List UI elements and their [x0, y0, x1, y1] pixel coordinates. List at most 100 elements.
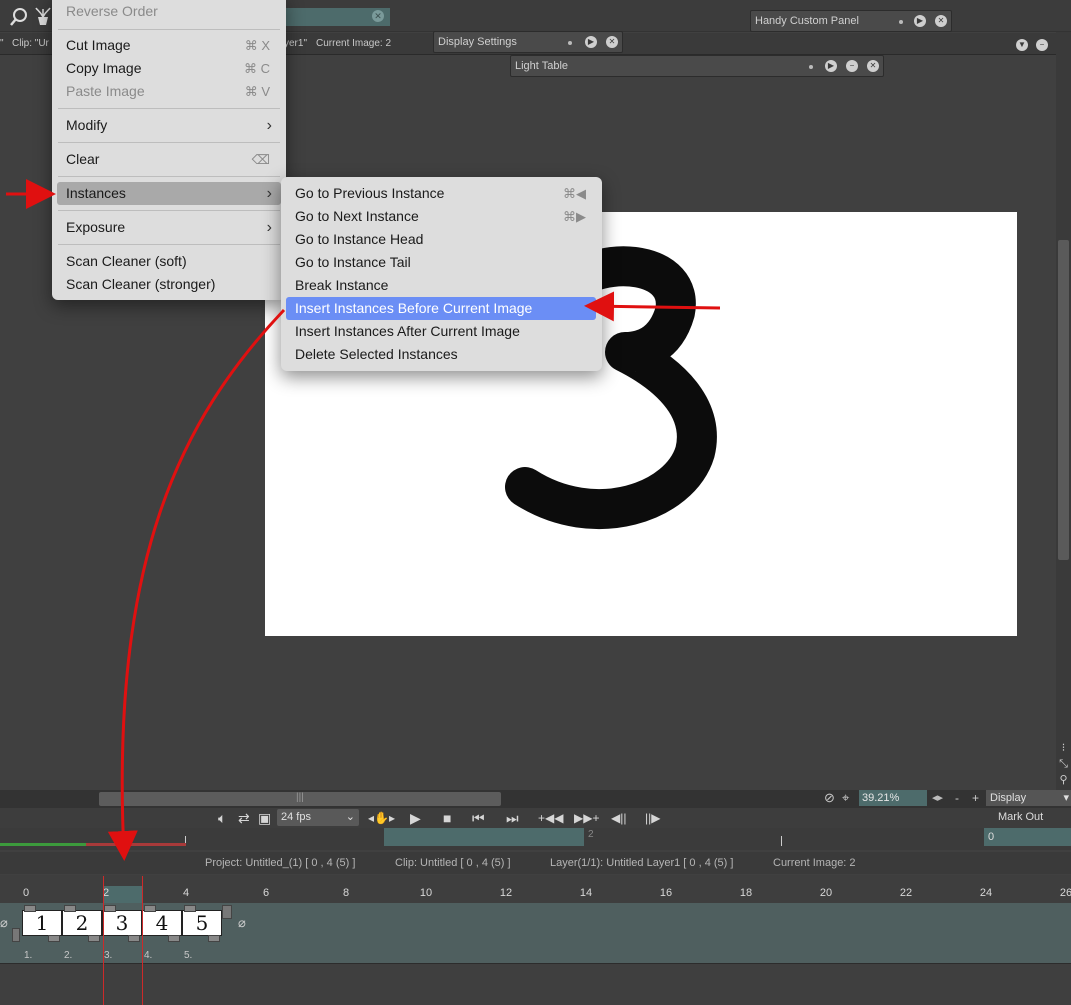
- zoom-in-icon[interactable]: +: [972, 791, 979, 805]
- flip-icon[interactable]: ◂▸: [932, 791, 943, 804]
- cell-bottom-handle[interactable]: [128, 935, 140, 942]
- shortcut-label: ⌘ X: [244, 38, 270, 53]
- menu-separator: [58, 176, 280, 177]
- minimize-icon[interactable]: −: [1036, 39, 1048, 51]
- stop-icon[interactable]: ■: [443, 810, 451, 826]
- tab-close-icon[interactable]: ✕: [372, 10, 384, 22]
- search-icon[interactable]: [8, 6, 30, 28]
- collapse-icon[interactable]: ▼: [1016, 39, 1028, 51]
- fps-select[interactable]: 24 fps ⌄: [277, 809, 359, 826]
- chevron-right-icon: ›: [266, 185, 272, 202]
- go-end-icon[interactable]: ⏭: [506, 810, 519, 826]
- step-forward-icon[interactable]: ||▶: [645, 810, 660, 826]
- cell-index-label: 5.: [184, 950, 193, 961]
- hand-scrub-icon[interactable]: ◂✋▸: [368, 810, 395, 826]
- cell-bottom-handle[interactable]: [88, 935, 100, 942]
- context-menu: Reverse Order Cut Image ⌘ X Copy Image ⌘ C…: [52, 0, 286, 300]
- cell-bottom-handle[interactable]: [48, 935, 60, 942]
- shortcut-label: ⌘ V: [244, 84, 270, 99]
- mark-range[interactable]: 2: [384, 828, 594, 846]
- cell-top-handle[interactable]: [184, 905, 196, 912]
- crosshair-icon[interactable]: ⌖: [842, 790, 849, 806]
- next-key-icon[interactable]: ▶▶+: [574, 810, 599, 826]
- menu-item-prev-instance[interactable]: Go to Previous Instance ⌘◀: [281, 182, 602, 205]
- menu-item-scan-cleaner-soft[interactable]: Scan Cleaner (soft): [52, 250, 286, 273]
- plant-icon[interactable]: [34, 5, 52, 27]
- pin-icon[interactable]: ⚲: [1056, 772, 1071, 788]
- status-layer: yer1": [284, 38, 308, 49]
- zoom-reset-icon[interactable]: ⊘: [824, 790, 835, 806]
- frame-icon[interactable]: ▣: [258, 810, 271, 826]
- light-table-panel[interactable]: Light Table ▶ − ✕: [510, 55, 884, 77]
- menu-item-modify[interactable]: Modify ›: [52, 114, 286, 137]
- panel-play-icon[interactable]: ▶: [914, 15, 926, 27]
- menu-item-label: Go to Next Instance: [295, 208, 419, 224]
- mark-out-field[interactable]: 0: [984, 828, 1071, 846]
- volume-icon[interactable]: 🔈︎: [218, 810, 226, 826]
- ruler-tick-label: 26: [1059, 887, 1071, 899]
- panel-play-icon[interactable]: ▶: [585, 36, 597, 48]
- menu-item-next-instance[interactable]: Go to Next Instance ⌘▶: [281, 205, 602, 228]
- cell-bottom-handle[interactable]: [168, 935, 180, 942]
- step-back-icon[interactable]: ◀||: [611, 810, 626, 826]
- chevron-right-icon: ›: [266, 219, 272, 236]
- zoom-field[interactable]: 39.21%: [859, 790, 927, 806]
- cell-top-handle[interactable]: [104, 905, 116, 912]
- panel-play-icon[interactable]: ▶: [825, 60, 837, 72]
- track-end-handle[interactable]: [222, 905, 232, 919]
- panel-close-icon[interactable]: ✕: [867, 60, 879, 72]
- panel-dot-icon: [568, 41, 572, 45]
- timeline-cell[interactable]: 5: [182, 910, 222, 936]
- panel-minimize-icon[interactable]: −: [846, 60, 858, 72]
- display-settings-panel[interactable]: Display Settings ▶ ✕: [433, 31, 623, 53]
- ruler-tick-label: 20: [819, 887, 833, 899]
- menu-item-insert-after[interactable]: Insert Instances After Current Image: [281, 320, 602, 343]
- prev-key-icon[interactable]: +◀◀: [538, 810, 563, 826]
- panel-dot-icon: [899, 20, 903, 24]
- timeline-cell[interactable]: 2: [62, 910, 102, 936]
- canvas-side-icons[interactable]: ⁝ ⤡ ⚲: [1056, 740, 1071, 790]
- menu-item-instance-tail[interactable]: Go to Instance Tail: [281, 251, 602, 274]
- menu-item-instances[interactable]: Instances ›: [57, 182, 281, 205]
- display-select[interactable]: Display ▾: [986, 790, 1071, 806]
- cell-top-handle[interactable]: [64, 905, 76, 912]
- menu-separator: [58, 244, 280, 245]
- menu-item-break-instance[interactable]: Break Instance: [281, 274, 602, 297]
- menu-item-insert-before[interactable]: Insert Instances Before Current Image: [286, 297, 596, 320]
- right-scrollbar-thumb[interactable]: [1058, 240, 1069, 560]
- menu-item-paste-image[interactable]: Paste Image ⌘ V: [52, 80, 286, 103]
- panel-close-icon[interactable]: ✕: [606, 36, 618, 48]
- cell-top-handle[interactable]: [144, 905, 156, 912]
- resize-icon[interactable]: ⤡: [1056, 756, 1071, 772]
- track-start-handle[interactable]: [12, 928, 20, 942]
- playback-bar: [0, 808, 1071, 828]
- menu-item-label: Scan Cleaner (soft): [66, 253, 187, 269]
- menu-item-reverse-order[interactable]: Reverse Order: [52, 0, 286, 23]
- menu-item-clear[interactable]: Clear ⌫: [52, 148, 286, 171]
- cell-bottom-handle[interactable]: [208, 935, 220, 942]
- go-start-icon[interactable]: ⏮: [472, 810, 485, 826]
- panel-title: Light Table: [515, 60, 569, 72]
- menu-item-scan-cleaner-stronger[interactable]: Scan Cleaner (stronger): [52, 273, 286, 296]
- timeline-cell[interactable]: 1: [22, 910, 62, 936]
- zoom-out-icon[interactable]: -: [955, 791, 959, 805]
- menu-item-copy-image[interactable]: Copy Image ⌘ C: [52, 57, 286, 80]
- ruler-tick-label: 4: [182, 887, 190, 899]
- timeline-empty-area: [0, 963, 1071, 1005]
- panel-close-icon[interactable]: ✕: [935, 15, 947, 27]
- progress-green: [0, 843, 86, 846]
- menu-item-label: Paste Image: [66, 83, 145, 99]
- timeline-cell[interactable]: 3: [102, 910, 142, 936]
- menu-separator: [58, 108, 280, 109]
- menu-item-cut-image[interactable]: Cut Image ⌘ X: [52, 34, 286, 57]
- timeline-cell[interactable]: 4: [142, 910, 182, 936]
- menu-item-instance-head[interactable]: Go to Instance Head: [281, 228, 602, 251]
- menu-item-exposure[interactable]: Exposure ›: [52, 216, 286, 239]
- handy-custom-panel[interactable]: Handy Custom Panel ▶ ✕: [750, 10, 952, 32]
- menu-item-label: Delete Selected Instances: [295, 346, 458, 362]
- cell-top-handle[interactable]: [24, 905, 36, 912]
- menu-item-delete-instances[interactable]: Delete Selected Instances: [281, 343, 602, 366]
- loop-icon[interactable]: ⇄: [238, 810, 250, 826]
- play-icon[interactable]: ▶: [410, 810, 421, 826]
- fit-icon[interactable]: ⁝: [1056, 740, 1071, 756]
